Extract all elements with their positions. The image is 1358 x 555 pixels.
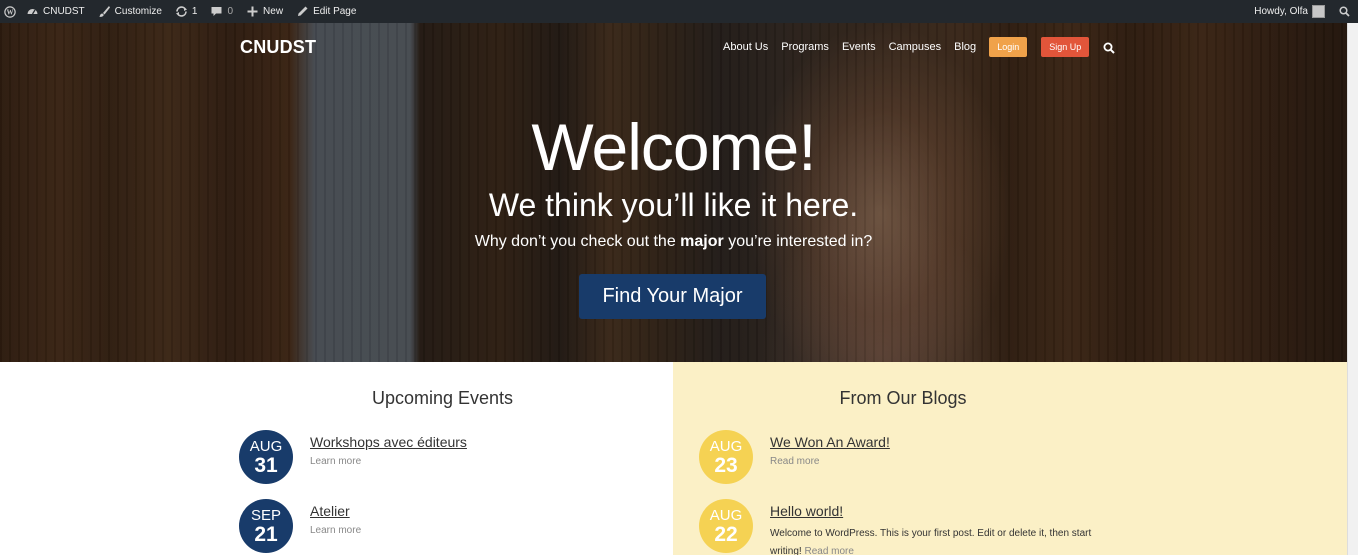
blog-read-more-link[interactable]: Read more	[804, 546, 853, 555]
admin-customize-label: Customize	[114, 6, 162, 17]
comment-icon	[210, 5, 223, 18]
blog-date-badge: AUG 22	[699, 499, 753, 553]
hero-banner: CNUDST About Us Programs Events Campuses…	[0, 23, 1347, 362]
event-title-link[interactable]: Workshops avec éditeurs	[310, 434, 467, 450]
avatar	[1312, 5, 1325, 18]
hero-tagline: Why don’t you check out the major you’re…	[0, 233, 1347, 251]
site-logo[interactable]: CNUDST	[240, 37, 316, 58]
pencil-icon	[296, 5, 309, 18]
blog-excerpt: Welcome to WordPress. This is your first…	[770, 525, 1100, 555]
event-day: 21	[254, 522, 278, 546]
admin-comments-link[interactable]: 0	[204, 0, 240, 23]
admin-updates-count: 1	[191, 6, 198, 17]
login-button[interactable]: Login	[989, 37, 1028, 57]
admin-bar: W CNUDST Customize 1 0 New Edit Page How…	[0, 0, 1358, 23]
find-your-major-button[interactable]: Find Your Major	[579, 274, 766, 319]
event-learn-more-link[interactable]: Learn more	[310, 456, 467, 467]
blog-item: AUG 23 We Won An Award! Read more	[699, 430, 890, 484]
blog-read-more-link[interactable]: Read more	[770, 456, 890, 467]
signup-button[interactable]: Sign Up	[1041, 37, 1090, 57]
hero-subtitle: We think you’ll like it here.	[488, 187, 859, 223]
nav-link-about-us[interactable]: About Us	[723, 41, 768, 53]
brush-icon	[98, 5, 111, 18]
svg-text:W: W	[7, 9, 14, 16]
nav-link-campuses[interactable]: Campuses	[889, 41, 942, 53]
main-nav: About Us Programs Events Campuses Blog L…	[723, 37, 1115, 57]
event-date-badge: AUG 31	[239, 430, 293, 484]
event-learn-more-link[interactable]: Learn more	[310, 525, 361, 536]
nav-link-events[interactable]: Events	[842, 41, 876, 53]
blog-month: AUG	[709, 506, 743, 524]
search-icon[interactable]	[1103, 41, 1115, 54]
event-day: 31	[254, 453, 278, 477]
hero-tagline-bold: major	[680, 233, 724, 250]
event-month: SEP	[250, 506, 281, 524]
wordpress-icon[interactable]: W	[0, 0, 20, 23]
dashboard-icon	[26, 5, 39, 18]
blog-day: 22	[714, 522, 738, 546]
blog-title-link[interactable]: Hello world!	[770, 503, 1100, 519]
blogs-heading: From Our Blogs	[839, 388, 967, 408]
admin-new-link[interactable]: New	[240, 0, 290, 23]
event-title-link[interactable]: Atelier	[310, 503, 361, 519]
hero-tagline-end: you’re interested in?	[723, 233, 873, 250]
nav-link-blog[interactable]: Blog	[954, 41, 976, 53]
admin-edit-page-label: Edit Page	[313, 6, 357, 17]
admin-site-link[interactable]: CNUDST	[20, 0, 92, 23]
plus-icon	[246, 5, 259, 18]
admin-edit-page-link[interactable]: Edit Page	[290, 0, 363, 23]
blog-item: AUG 22 Hello world! Welcome to WordPress…	[699, 499, 1100, 555]
blog-title-link[interactable]: We Won An Award!	[770, 434, 890, 450]
admin-updates-link[interactable]: 1	[169, 0, 205, 23]
blog-day: 23	[714, 453, 738, 477]
refresh-icon	[175, 5, 188, 18]
page-scrollbar[interactable]	[1347, 23, 1358, 555]
event-item: SEP 21 Atelier Learn more	[239, 499, 361, 553]
admin-customize-link[interactable]: Customize	[92, 0, 169, 23]
blog-date-badge: AUG 23	[699, 430, 753, 484]
admin-howdy: Howdy, Olfa	[1254, 6, 1308, 17]
event-date-badge: SEP 21	[239, 499, 293, 553]
admin-site-name: CNUDST	[43, 6, 85, 17]
event-item: AUG 31 Workshops avec éditeurs Learn mor…	[239, 430, 467, 484]
upcoming-events-section: Upcoming Events AUG 31 Workshops avec éd…	[0, 362, 673, 555]
blogs-section: From Our Blogs AUG 23 We Won An Award! R…	[673, 362, 1347, 555]
admin-account-menu[interactable]: Howdy, Olfa	[1248, 0, 1332, 23]
hero-tagline-start: Why don’t you check out the	[474, 233, 681, 250]
hero-title: Welcome!	[531, 110, 816, 184]
blog-month: AUG	[709, 437, 743, 455]
admin-new-label: New	[263, 6, 284, 17]
admin-comments-count: 0	[227, 6, 234, 17]
nav-link-programs[interactable]: Programs	[781, 41, 829, 53]
event-month: AUG	[249, 437, 283, 455]
admin-search-icon[interactable]	[1332, 0, 1358, 23]
